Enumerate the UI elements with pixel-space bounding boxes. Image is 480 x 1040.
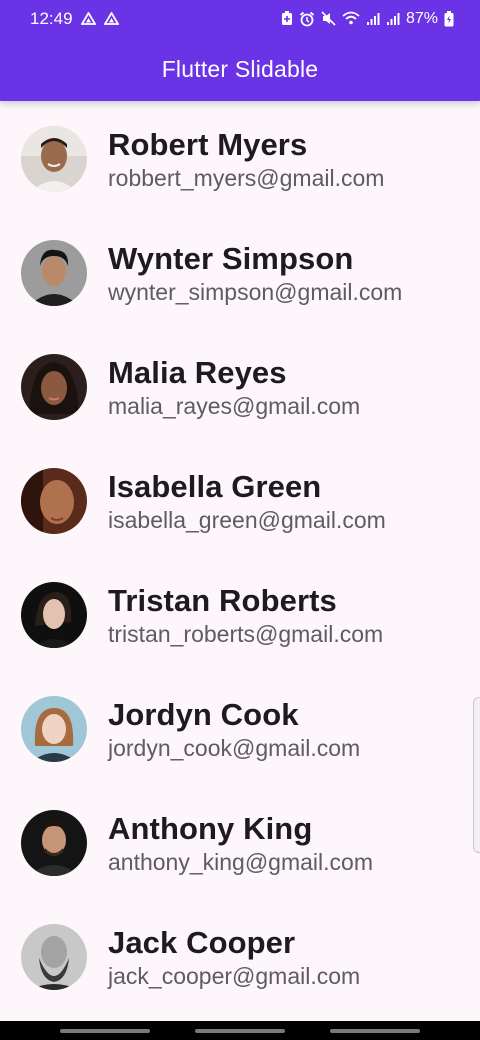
list-item[interactable]: Wynter Simpson wynter_simpson@gmail.com [0,215,480,329]
contact-email: anthony_king@gmail.com [108,849,373,875]
mute-icon [321,11,336,26]
contact-email: wynter_simpson@gmail.com [108,279,403,305]
app-bar: Flutter Slidable [0,37,480,101]
signal-icon [366,12,380,26]
contact-name: Isabella Green [108,469,322,504]
avatar [21,126,87,192]
list-item[interactable]: Jordyn Cook jordyn_cook@gmail.com [0,671,480,785]
contact-name: Wynter Simpson [108,241,354,276]
avatar [21,468,87,534]
status-right: 87% [281,10,454,28]
avatar [21,582,87,648]
contact-name: Anthony King [108,811,313,846]
contact-email: jordyn_cook@gmail.com [108,735,361,761]
status-bar: 12:49 87% [0,0,480,37]
scroll-handle[interactable] [473,697,480,853]
list-item[interactable]: Robert Myers robbert_myers@gmail.com [0,101,480,215]
list-item[interactable]: Malia Reyes malia_rayes@gmail.com [0,329,480,443]
alarm-icon [299,11,315,27]
battery-icon [444,10,454,27]
avatar [21,354,87,420]
contact-email: jack_cooper@gmail.com [108,963,361,989]
battery-percent: 87% [405,9,438,27]
navigation-bar [0,1021,480,1040]
contact-email: robbert_myers@gmail.com [108,165,385,191]
contact-name: Robert Myers [108,127,308,162]
avatar [21,810,87,876]
list-item[interactable]: Anthony King anthony_king@gmail.com [0,785,480,899]
contact-email: tristan_roberts@gmail.com [108,621,384,647]
list-item[interactable]: Jack Cooper jack_cooper@gmail.com [0,899,480,1013]
contact-name: Tristan Roberts [108,583,337,618]
avatar [21,240,87,306]
drive-icon [103,11,119,26]
contact-list[interactable]: Robert Myers robbert_myers@gmail.com Wyn… [0,101,480,1021]
wifi-icon [342,11,360,26]
drive-icon [80,11,96,26]
battery-saver-icon [281,11,293,26]
avatar [21,696,87,762]
status-left: 12:49 [30,9,119,29]
list-item[interactable]: Tristan Roberts tristan_roberts@gmail.co… [0,557,480,671]
nav-recent-button[interactable] [60,1029,150,1033]
contact-email: malia_rayes@gmail.com [108,393,361,419]
signal-icon [386,12,400,26]
status-time: 12:49 [30,8,73,28]
avatar [21,924,87,990]
contact-name: Jordyn Cook [108,697,299,732]
contact-email: isabella_green@gmail.com [108,507,386,533]
contact-name: Malia Reyes [108,355,287,390]
contact-name: Jack Cooper [108,925,296,960]
nav-home-button[interactable] [195,1029,285,1033]
list-item[interactable]: Isabella Green isabella_green@gmail.com [0,443,480,557]
nav-back-button[interactable] [330,1029,420,1033]
app-title: Flutter Slidable [161,55,319,82]
